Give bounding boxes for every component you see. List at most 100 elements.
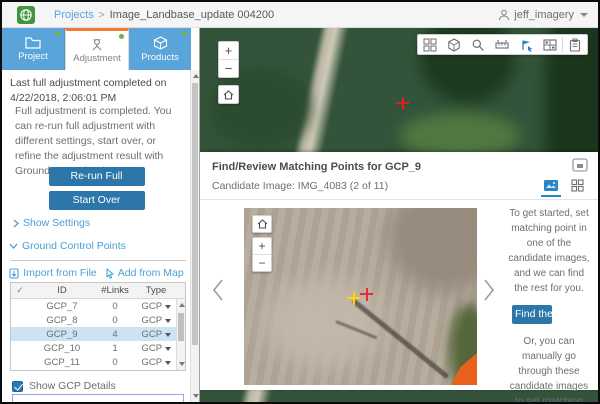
gcp-section-toggle[interactable]: Ground Control Points <box>9 240 126 252</box>
tab-adjustment[interactable]: Adjustment <box>65 28 129 70</box>
next-image-chevron[interactable] <box>483 278 495 302</box>
grid-view-icon <box>571 179 584 192</box>
import-from-file-link[interactable]: Import from File <box>9 267 97 279</box>
cell-links: 0 <box>95 315 135 326</box>
left-panel: Project Adjustment Products Last full ad… <box>2 28 200 402</box>
home-icon <box>257 219 268 229</box>
instructions-manual-text: Or, you can manually go through these ca… <box>500 334 598 402</box>
col-header-links[interactable]: #Links <box>95 285 135 296</box>
candidate-image-label: Candidate Image: IMG_4083 (2 of 11) <box>212 180 388 192</box>
adjustment-status-dot <box>119 34 124 39</box>
show-settings-toggle[interactable]: Show Settings <box>13 217 90 229</box>
map-cursor-icon <box>106 268 114 279</box>
gcp-table: ✓ ID #Links Type GCP_70GCP GCP_80GCP GCP… <box>10 282 186 371</box>
tab-products[interactable]: Products <box>129 28 191 70</box>
gcp-manager-tool-active[interactable] <box>514 35 538 54</box>
table-row-gcp10[interactable]: GCP_101GCP <box>11 341 185 355</box>
instructions-start-text: To get started, set matching point in on… <box>500 206 598 296</box>
user-icon <box>498 9 510 21</box>
aerial-grass-shade <box>210 68 310 148</box>
zoom-out-button[interactable]: − <box>219 60 238 78</box>
import-from-file-label: Import from File <box>23 267 97 279</box>
table-row-gcp8[interactable]: GCP_80GCP <box>11 313 185 327</box>
left-panel-scrollbar[interactable] <box>190 70 199 402</box>
type-dropdown-arrow[interactable] <box>165 361 171 365</box>
esri-logo-icon <box>17 6 35 24</box>
single-image-view-toggle-active[interactable] <box>538 175 564 195</box>
measure-tool[interactable] <box>490 35 514 54</box>
gcp-section-label: Ground Control Points <box>22 240 126 252</box>
table-scrollbar[interactable] <box>176 299 185 370</box>
checkbox-checked-icon[interactable] <box>12 381 23 392</box>
zoom-in-button[interactable]: + <box>219 42 238 60</box>
gcp-photo-placeholder: Photo not available <box>12 394 184 402</box>
cell-id: GCP_9 <box>29 329 95 340</box>
scrollbar-thumb[interactable] <box>192 83 198 345</box>
map-canvas[interactable]: + − <box>200 28 598 402</box>
cell-type: GCP <box>135 301 177 312</box>
table-row-gcp7[interactable]: GCP_70GCP <box>11 299 185 313</box>
cell-links: 0 <box>95 357 135 368</box>
user-menu[interactable]: jeff_imagery <box>498 7 588 23</box>
grid-view-toggle[interactable] <box>564 175 590 195</box>
image-collection-tool[interactable] <box>418 35 442 54</box>
measure-ruler-icon <box>495 38 509 52</box>
user-name: jeff_imagery <box>514 9 574 21</box>
search-tool[interactable] <box>466 35 490 54</box>
type-dropdown-arrow[interactable] <box>165 305 171 309</box>
candidate-image[interactable]: + − <box>244 208 477 385</box>
cell-type: GCP <box>135 343 177 354</box>
previous-image-chevron[interactable] <box>212 278 224 302</box>
table-row-gcp9-selected[interactable]: GCP_94GCP <box>11 327 185 341</box>
view-toggles <box>538 175 590 195</box>
app-frame: Projects>Image_Landbase_update 004200 je… <box>2 2 598 402</box>
import-file-icon <box>9 268 19 279</box>
scroll-up-arrow[interactable] <box>193 74 199 78</box>
adjustment-panel: Last full adjustment completed on 4/22/2… <box>2 70 191 402</box>
image-zoom-control: + − <box>252 237 272 272</box>
chevron-down-icon <box>9 243 18 249</box>
col-header-type[interactable]: Type <box>135 285 177 296</box>
basemap-hexagon-icon <box>447 38 461 52</box>
page-title: Image_Landbase_update 004200 <box>110 9 275 21</box>
instructions-column: To get started, set matching point in on… <box>500 206 598 402</box>
section-divider <box>10 260 186 261</box>
top-bar: Projects>Image_Landbase_update 004200 je… <box>2 2 598 28</box>
find-the-rest-button[interactable]: Find the Rest <box>512 305 552 324</box>
col-header-id[interactable]: ID <box>29 285 95 296</box>
tab-project[interactable]: Project <box>2 28 65 70</box>
table-row-gcp11[interactable]: GCP_110GCP <box>11 355 185 369</box>
type-dropdown-arrow[interactable] <box>165 333 171 337</box>
tab-products-label: Products <box>141 52 179 63</box>
type-dropdown-arrow[interactable] <box>165 347 171 351</box>
add-from-map-link[interactable]: Add from Map <box>106 267 184 279</box>
cell-type: GCP <box>135 329 177 340</box>
image-home-button[interactable] <box>252 215 272 233</box>
map-home-button[interactable] <box>218 85 239 104</box>
gcp-flag-icon <box>519 38 534 52</box>
rerun-full-button[interactable]: Re-run Full <box>49 167 145 186</box>
map-toolbar <box>417 34 588 55</box>
user-chevron-down-icon <box>580 13 588 17</box>
start-over-button[interactable]: Start Over <box>49 191 145 210</box>
products-status-dot <box>182 31 187 36</box>
survey-instrument-icon <box>89 38 105 51</box>
show-gcp-details-label: Show GCP Details <box>29 380 116 392</box>
scrollbar-thumb[interactable] <box>178 313 184 341</box>
basemap-tool[interactable] <box>442 35 466 54</box>
gcp-actions: Import from File Add from Map <box>2 267 191 279</box>
image-zoom-out-button[interactable]: − <box>253 255 271 272</box>
scroll-up-arrow[interactable] <box>179 303 185 307</box>
cube-icon <box>153 36 168 50</box>
cell-type: GCP <box>135 315 177 326</box>
type-dropdown-arrow[interactable] <box>165 319 171 323</box>
scroll-down-arrow[interactable] <box>193 394 199 398</box>
overview-grid-tool[interactable] <box>538 35 562 54</box>
panel-collapse-icon[interactable] <box>572 158 588 172</box>
breadcrumb-projects-link[interactable]: Projects <box>54 9 94 21</box>
scroll-down-arrow[interactable] <box>179 362 185 366</box>
show-gcp-details-checkbox[interactable]: Show GCP Details <box>12 380 116 392</box>
image-zoom-in-button[interactable]: + <box>253 238 271 255</box>
delete-tool[interactable] <box>563 35 587 54</box>
tab-adjustment-label: Adjustment <box>73 53 121 64</box>
